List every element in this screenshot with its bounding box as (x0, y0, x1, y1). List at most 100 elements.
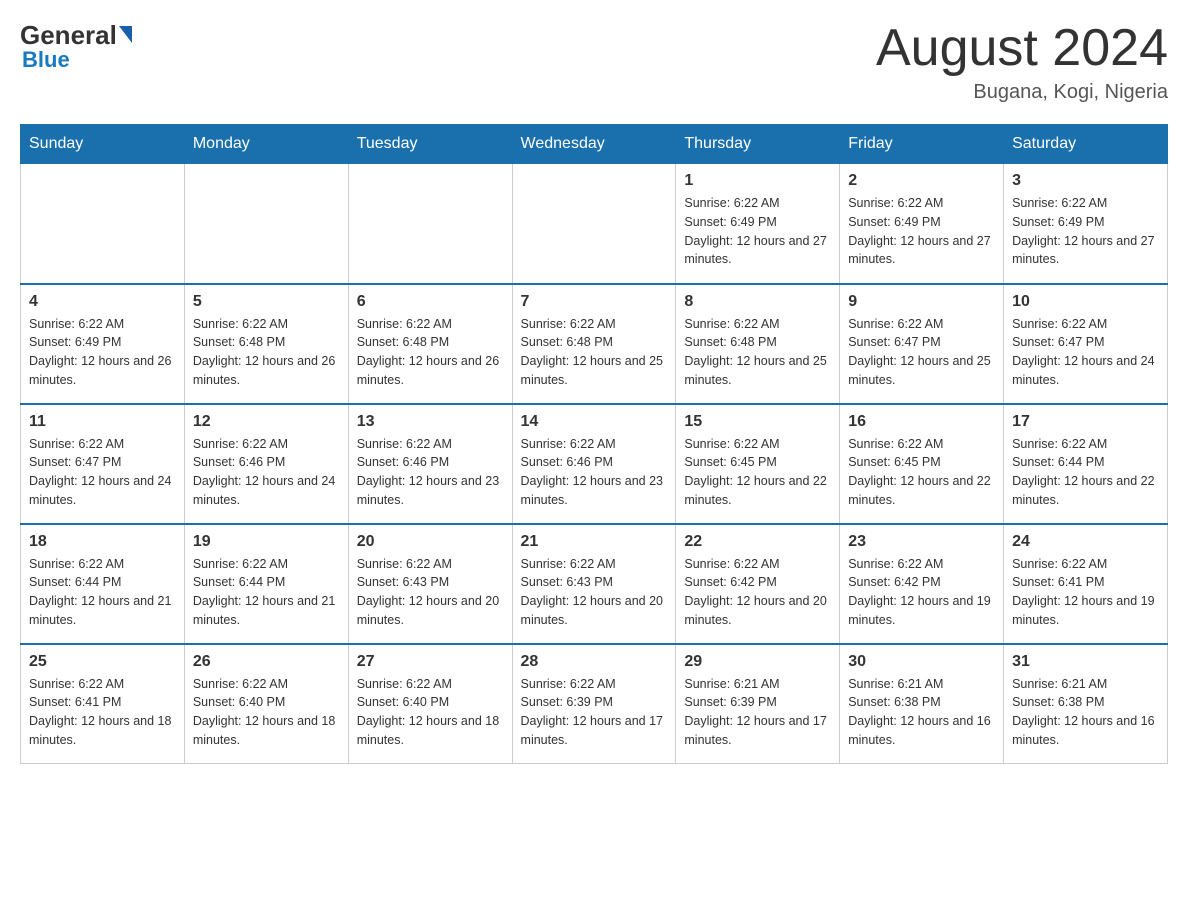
calendar-day-cell: 16 Sunrise: 6:22 AMSunset: 6:45 PMDayligh… (840, 404, 1004, 524)
day-info: Sunrise: 6:21 AMSunset: 6:39 PMDaylight:… (684, 675, 831, 750)
location-subtitle: Bugana, Kogi, Nigeria (876, 81, 1168, 104)
calendar-day-cell: 30Sunrise: 6:21 AMSunset: 6:38 PMDayligh… (840, 644, 1004, 764)
day-info: Sunrise: 6:22 AMSunset: 6:40 PMDaylight:… (357, 675, 504, 750)
day-info: Sunrise: 6:22 AMSunset: 6:47 PMDaylight:… (848, 315, 995, 390)
day-info: Sunrise: 6:21 AMSunset: 6:38 PMDaylight:… (1012, 675, 1159, 750)
calendar-day-cell: 15Sunrise: 6:22 AMSunset: 6:45 PMDayligh… (676, 404, 840, 524)
calendar-day-cell: 1 Sunrise: 6:22 AMSunset: 6:49 PMDaylight… (676, 164, 840, 284)
day-number: 17 (1012, 413, 1159, 431)
day-info: Sunrise: 6:22 AMSunset: 6:44 PMDaylight:… (193, 555, 340, 630)
day-info: Sunrise: 6:22 AMSunset: 6:48 PMDaylight:… (193, 315, 340, 390)
calendar-day-cell: 19Sunrise: 6:22 AMSunset: 6:44 PMDayligh… (184, 524, 348, 644)
calendar-day-cell (348, 164, 512, 284)
calendar-day-cell: 18 Sunrise: 6:22 AMSunset: 6:44 PMDayligh… (21, 524, 185, 644)
day-number: 7 (521, 293, 668, 311)
title-block: August 2024 Bugana, Kogi, Nigeria (876, 20, 1168, 104)
calendar-day-cell: 12 Sunrise: 6:22 AMSunset: 6:46 PMDayligh… (184, 404, 348, 524)
day-info: Sunrise: 6:22 AMSunset: 6:47 PMDaylight:… (29, 435, 176, 510)
day-info: Sunrise: 6:22 AMSunset: 6:49 PMDaylight:… (1012, 194, 1159, 269)
day-number: 8 (684, 293, 831, 311)
day-number: 29 (684, 653, 831, 671)
weekday-header-friday: Friday (840, 125, 1004, 164)
day-number: 22 (684, 533, 831, 551)
page-title: August 2024 (876, 20, 1168, 77)
weekday-header-sunday: Sunday (21, 125, 185, 164)
logo-blue: Blue (22, 47, 70, 73)
day-info: Sunrise: 6:22 AMSunset: 6:43 PMDaylight:… (357, 555, 504, 630)
day-info: Sunrise: 6:22 AMSunset: 6:48 PMDaylight:… (357, 315, 504, 390)
calendar-day-cell: 26Sunrise: 6:22 AMSunset: 6:40 PMDayligh… (184, 644, 348, 764)
calendar-week-row: 4 Sunrise: 6:22 AMSunset: 6:49 PMDaylight… (21, 284, 1168, 404)
day-number: 20 (357, 533, 504, 551)
day-info: Sunrise: 6:22 AMSunset: 6:47 PMDaylight:… (1012, 315, 1159, 390)
weekday-header-saturday: Saturday (1004, 125, 1168, 164)
day-number: 3 (1012, 172, 1159, 190)
calendar-day-cell: 25 Sunrise: 6:22 AMSunset: 6:41 PMDayligh… (21, 644, 185, 764)
weekday-header-row: SundayMondayTuesdayWednesdayThursdayFrid… (21, 125, 1168, 164)
calendar-day-cell: 22 Sunrise: 6:22 AMSunset: 6:42 PMDayligh… (676, 524, 840, 644)
day-info: Sunrise: 6:22 AMSunset: 6:42 PMDaylight:… (848, 555, 995, 630)
calendar-day-cell (184, 164, 348, 284)
day-info: Sunrise: 6:22 AMSunset: 6:41 PMDaylight:… (29, 675, 176, 750)
day-info: Sunrise: 6:22 AMSunset: 6:45 PMDaylight:… (848, 435, 995, 510)
day-info: Sunrise: 6:22 AMSunset: 6:46 PMDaylight:… (357, 435, 504, 510)
calendar-day-cell: 23 Sunrise: 6:22 AMSunset: 6:42 PMDayligh… (840, 524, 1004, 644)
calendar-day-cell (21, 164, 185, 284)
day-number: 27 (357, 653, 504, 671)
weekday-header-tuesday: Tuesday (348, 125, 512, 164)
calendar-day-cell: 24Sunrise: 6:22 AMSunset: 6:41 PMDayligh… (1004, 524, 1168, 644)
day-number: 12 (193, 413, 340, 431)
calendar-day-cell: 29 Sunrise: 6:21 AMSunset: 6:39 PMDayligh… (676, 644, 840, 764)
day-number: 31 (1012, 653, 1159, 671)
page-header: General Blue August 2024 Bugana, Kogi, N… (20, 20, 1168, 104)
calendar-table: SundayMondayTuesdayWednesdayThursdayFrid… (20, 124, 1168, 764)
day-info: Sunrise: 6:21 AMSunset: 6:38 PMDaylight:… (848, 675, 995, 750)
day-number: 28 (521, 653, 668, 671)
day-number: 11 (29, 413, 176, 431)
calendar-day-cell: 11 Sunrise: 6:22 AMSunset: 6:47 PMDayligh… (21, 404, 185, 524)
calendar-day-cell: 31 Sunrise: 6:21 AMSunset: 6:38 PMDayligh… (1004, 644, 1168, 764)
calendar-week-row: 1 Sunrise: 6:22 AMSunset: 6:49 PMDaylight… (21, 164, 1168, 284)
calendar-day-cell: 14Sunrise: 6:22 AMSunset: 6:46 PMDayligh… (512, 404, 676, 524)
day-info: Sunrise: 6:22 AMSunset: 6:45 PMDaylight:… (684, 435, 831, 510)
day-number: 5 (193, 293, 340, 311)
day-number: 1 (684, 172, 831, 190)
day-info: Sunrise: 6:22 AMSunset: 6:49 PMDaylight:… (848, 194, 995, 269)
calendar-day-cell: 20 Sunrise: 6:22 AMSunset: 6:43 PMDayligh… (348, 524, 512, 644)
calendar-day-cell (512, 164, 676, 284)
day-info: Sunrise: 6:22 AMSunset: 6:48 PMDaylight:… (521, 315, 668, 390)
calendar-day-cell: 17 Sunrise: 6:22 AMSunset: 6:44 PMDayligh… (1004, 404, 1168, 524)
day-info: Sunrise: 6:22 AMSunset: 6:44 PMDaylight:… (1012, 435, 1159, 510)
calendar-day-cell: 5 Sunrise: 6:22 AMSunset: 6:48 PMDaylight… (184, 284, 348, 404)
day-number: 26 (193, 653, 340, 671)
day-info: Sunrise: 6:22 AMSunset: 6:39 PMDaylight:… (521, 675, 668, 750)
day-info: Sunrise: 6:22 AMSunset: 6:49 PMDaylight:… (684, 194, 831, 269)
day-number: 9 (848, 293, 995, 311)
day-number: 2 (848, 172, 995, 190)
day-info: Sunrise: 6:22 AMSunset: 6:46 PMDaylight:… (193, 435, 340, 510)
weekday-header-thursday: Thursday (676, 125, 840, 164)
day-info: Sunrise: 6:22 AMSunset: 6:44 PMDaylight:… (29, 555, 176, 630)
calendar-day-cell: 2 Sunrise: 6:22 AMSunset: 6:49 PMDaylight… (840, 164, 1004, 284)
calendar-day-cell: 13 Sunrise: 6:22 AMSunset: 6:46 PMDayligh… (348, 404, 512, 524)
weekday-header-monday: Monday (184, 125, 348, 164)
calendar-day-cell: 21 Sunrise: 6:22 AMSunset: 6:43 PMDayligh… (512, 524, 676, 644)
day-number: 14 (521, 413, 668, 431)
day-number: 25 (29, 653, 176, 671)
calendar-week-row: 11 Sunrise: 6:22 AMSunset: 6:47 PMDayligh… (21, 404, 1168, 524)
calendar-day-cell: 10Sunrise: 6:22 AMSunset: 6:47 PMDayligh… (1004, 284, 1168, 404)
day-number: 13 (357, 413, 504, 431)
day-number: 18 (29, 533, 176, 551)
day-number: 6 (357, 293, 504, 311)
day-number: 23 (848, 533, 995, 551)
day-number: 16 (848, 413, 995, 431)
calendar-day-cell: 9 Sunrise: 6:22 AMSunset: 6:47 PMDaylight… (840, 284, 1004, 404)
day-info: Sunrise: 6:22 AMSunset: 6:42 PMDaylight:… (684, 555, 831, 630)
day-number: 21 (521, 533, 668, 551)
calendar-day-cell: 3 Sunrise: 6:22 AMSunset: 6:49 PMDaylight… (1004, 164, 1168, 284)
calendar-day-cell: 4 Sunrise: 6:22 AMSunset: 6:49 PMDaylight… (21, 284, 185, 404)
day-info: Sunrise: 6:22 AMSunset: 6:43 PMDaylight:… (521, 555, 668, 630)
day-info: Sunrise: 6:22 AMSunset: 6:49 PMDaylight:… (29, 315, 176, 390)
day-number: 4 (29, 293, 176, 311)
day-info: Sunrise: 6:22 AMSunset: 6:41 PMDaylight:… (1012, 555, 1159, 630)
